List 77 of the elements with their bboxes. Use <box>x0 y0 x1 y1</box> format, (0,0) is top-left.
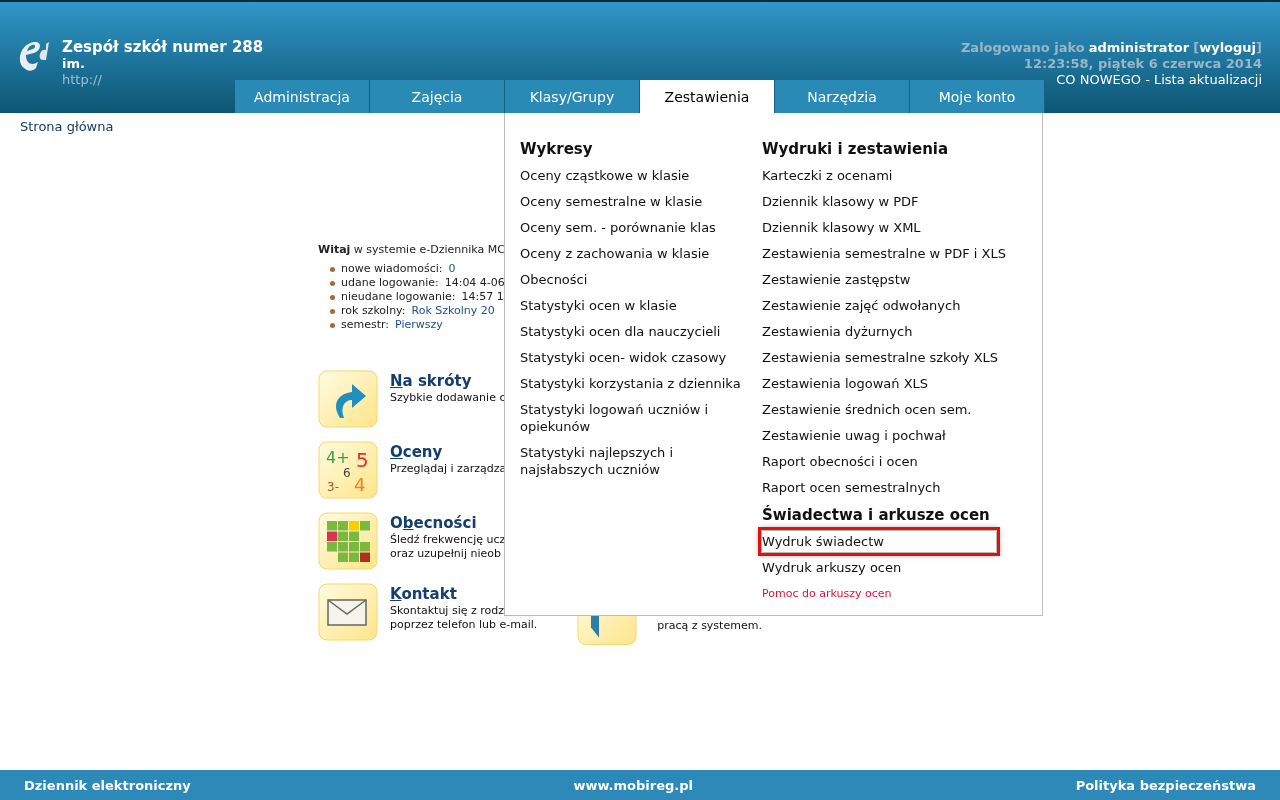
bullet-icon <box>330 322 335 328</box>
menu-item[interactable]: Zestawienia semestralne w PDF i XLS <box>762 243 1010 264</box>
school-name: Zespół szkół numer 288 <box>62 38 264 56</box>
school-subtitle: im. <box>62 56 86 71</box>
menu-item[interactable]: Zestawienie zajęć odwołanych <box>762 295 965 316</box>
tile-description: Śledź frekwencję ucz <box>390 533 506 547</box>
menu-item[interactable]: Zestawienie uwag i pochwał <box>762 425 950 446</box>
menu-item[interactable]: Statystyki ocen w klasie <box>520 295 681 316</box>
calendar-grid-icon[interactable] <box>318 512 378 570</box>
menu-item[interactable]: Raport obecności i ocen <box>762 451 922 472</box>
menu-item[interactable]: Karteczki z ocenami <box>762 165 897 186</box>
menu-item[interactable]: Zestawienie średnich ocen sem. <box>762 399 976 420</box>
info-label: udane logowanie: <box>341 276 439 290</box>
bracket: [ <box>1193 40 1200 56</box>
menu-item[interactable]: Oceny z zachowania w klasie <box>520 243 714 264</box>
menu-item[interactable]: Oceny sem. - porównanie klas <box>520 217 720 238</box>
help-link[interactable]: Pomoc do arkuszy ocen <box>762 583 896 604</box>
menu-heading: Świadectwa i arkusze ocen <box>762 505 991 525</box>
bracket: ] <box>1256 40 1262 56</box>
menu-heading: Wydruki i zestawienia <box>762 139 950 159</box>
info-label: rok szkolny: <box>341 304 406 318</box>
nav-tab[interactable]: Moje konto <box>910 80 1045 113</box>
logout-link[interactable]: wyloguj <box>1199 40 1257 56</box>
info-label: semestr: <box>341 318 390 332</box>
menu-item[interactable]: Wydruk arkuszy ocen <box>762 557 906 578</box>
menu-item[interactable]: Obecności <box>520 269 592 290</box>
menu-heading: Wykresy <box>520 139 594 159</box>
info-label: nieudane logowanie: <box>341 290 456 304</box>
menu-item[interactable]: Oceny semestralne w klasie <box>520 191 707 212</box>
info-label: nowe wiadomości: <box>341 262 443 276</box>
tile-description: poprzez telefon lub e-mail. <box>390 618 538 632</box>
menu-item[interactable]: Statystyki korzystania z dziennika <box>520 373 745 394</box>
date-time: 12:23:58, piątek 6 czerwca 2014 <box>1023 56 1262 72</box>
updates-link[interactable]: CO NOWEGO - Lista aktualizacji <box>1056 72 1262 88</box>
menu-item[interactable]: Zestawienia dyżurnych <box>762 321 917 342</box>
bullet-icon <box>330 308 335 314</box>
nav-tab[interactable]: Zestawienia <box>640 80 775 113</box>
envelope-icon[interactable] <box>318 583 378 641</box>
tile-description: oraz uzupełnij nieob <box>390 547 502 561</box>
bullet-icon <box>330 266 335 272</box>
tile-title-link[interactable]: Oceny <box>390 443 507 462</box>
menu-item[interactable]: Zestawienia logowań XLS <box>762 373 933 394</box>
info-link[interactable]: 0 <box>448 262 456 276</box>
tile-description: Skontaktuj się z rodz <box>390 604 505 618</box>
menu-item[interactable]: Oceny cząstkowe w klasie <box>520 165 694 186</box>
menu-item[interactable]: Statystyki ocen- widok czasowy <box>520 347 731 368</box>
nav-tab[interactable]: Narzędzia <box>775 80 910 113</box>
login-label: Zalogowano jako <box>960 40 1085 56</box>
menu-item[interactable]: Statystyki ocen dla nauczycieli <box>520 321 725 342</box>
breadcrumb-link[interactable]: Strona główna <box>20 119 114 134</box>
info-value: 14:57 1 <box>461 290 504 304</box>
school-url: http:// <box>62 71 103 89</box>
footer-link[interactable]: www.mobireg.pl <box>573 777 693 793</box>
nav-tab[interactable]: Klasy/Grupy <box>505 80 640 113</box>
tile-description: pracą z systemem. <box>657 619 762 634</box>
menu-item[interactable]: Statystyki najlepszych i najsłabszych uczniów <box>520 442 762 480</box>
menu-item[interactable]: Zestawienia semestralne szkoły XLS <box>762 347 1003 368</box>
footer-link[interactable]: Dziennik elektroniczny <box>24 777 191 793</box>
info-link[interactable]: Rok Szkolny 20 <box>411 304 495 318</box>
menu-item[interactable]: Dziennik klasowy w XML <box>762 217 925 238</box>
bullet-icon <box>330 280 335 286</box>
welcome-text: Witaj w systemie e-Dziennika MC <box>318 243 505 256</box>
user-name: administrator <box>1088 40 1190 56</box>
footer-link[interactable]: Polityka bezpieczeństwa <box>1075 777 1256 793</box>
menu-item[interactable]: Raport ocen semestralnych <box>762 477 945 498</box>
tile-title-link[interactable]: Obecności <box>390 514 506 533</box>
bullet-icon <box>330 294 335 300</box>
menu-item[interactable]: Statystyki logowań uczniów i opiekunów <box>520 399 762 437</box>
menu-item[interactable]: Zestawienie zastępstw <box>762 269 915 290</box>
grades-icon[interactable]: 4+ 5 6 3- 4 <box>318 441 378 499</box>
nav-tab[interactable]: Zajęcia <box>370 80 505 113</box>
info-value: 14:04 4-06 <box>444 276 505 290</box>
tile-description: Przeglądaj i zarządza <box>390 462 507 476</box>
info-link[interactable]: Pierwszy <box>395 318 443 332</box>
menu-item[interactable]: Dziennik klasowy w PDF <box>762 191 923 212</box>
nav-tab[interactable]: Administracja <box>235 80 370 113</box>
tile-title-link[interactable]: Na skróty <box>390 372 506 391</box>
